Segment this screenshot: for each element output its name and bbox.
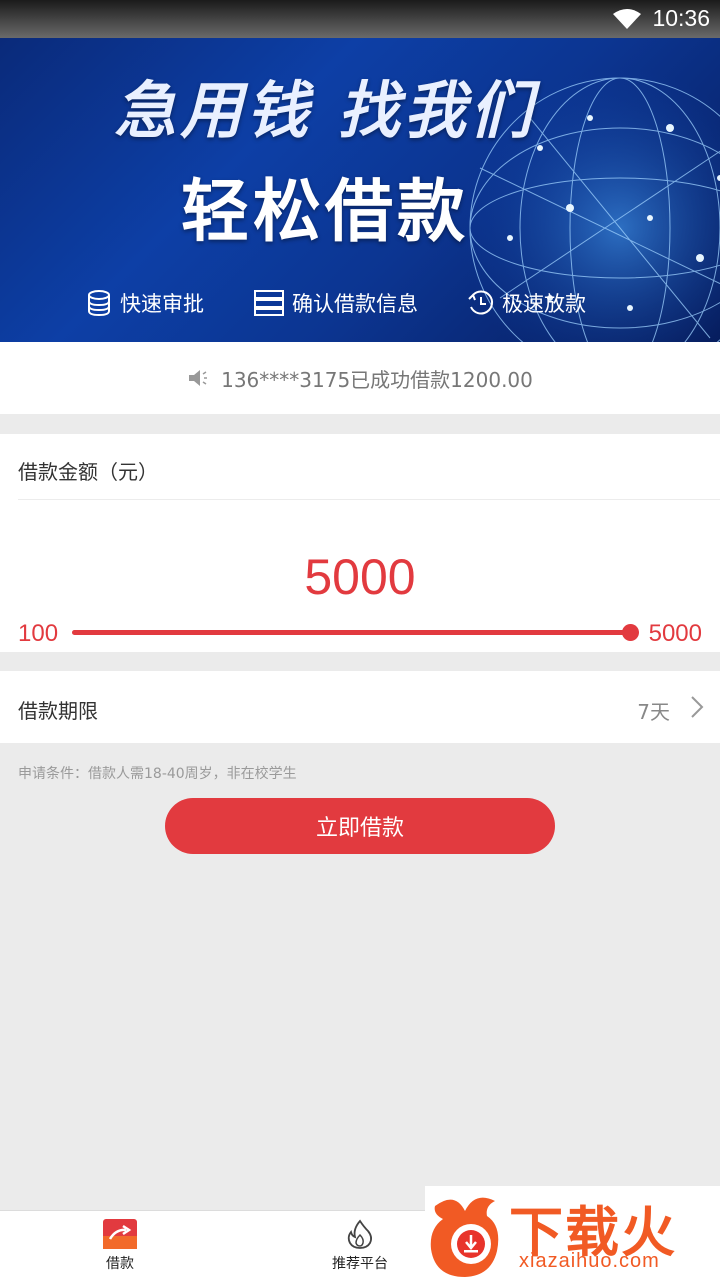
amount-value: 5000 bbox=[304, 549, 416, 605]
divider bbox=[18, 499, 720, 500]
status-time: 10:36 bbox=[652, 5, 710, 31]
feature-confirm-info: 确认借款信息 bbox=[254, 288, 418, 318]
tab-label: 借款 bbox=[106, 1256, 134, 1272]
banner-subheadline: 轻松借款 bbox=[180, 173, 469, 252]
loan-notice-ticker: 136****3175已成功借款1200.00 bbox=[0, 342, 720, 414]
tab-recommended-platforms[interactable]: 推荐平台 bbox=[300, 1211, 420, 1280]
feature-label: 极速放款 bbox=[502, 292, 586, 316]
tab-label: 推荐平台 bbox=[332, 1256, 388, 1272]
flame-icon bbox=[347, 1219, 373, 1249]
notice-text: 136****3175已成功借款1200.00 bbox=[221, 367, 533, 392]
coins-icon bbox=[88, 290, 110, 317]
promo-banner[interactable]: 急用钱 找我们 轻松借款 快速审批 确认借款信息 极速放款 bbox=[0, 38, 720, 342]
wifi-icon bbox=[613, 9, 641, 29]
loan-icon bbox=[103, 1219, 137, 1249]
feature-fast-payout: 极速放款 bbox=[468, 288, 586, 318]
watermark-subtitle: xiazaihuo.com bbox=[519, 1250, 660, 1272]
server-icon bbox=[254, 290, 284, 316]
slider-fill bbox=[72, 630, 630, 635]
banner-headline: 急用钱 找我们 bbox=[114, 74, 536, 147]
apply-loan-button[interactable]: 立即借款 bbox=[165, 798, 555, 854]
slider-min-label: 100 bbox=[18, 620, 59, 647]
loan-term-row[interactable]: 借款期限 7天 bbox=[0, 671, 720, 743]
watermark-logo: 下载火 xiazaihuo.com bbox=[425, 1186, 720, 1280]
feature-fast-approval: 快速审批 bbox=[86, 288, 204, 318]
speaker-icon bbox=[189, 370, 208, 386]
term-value: 7天 bbox=[637, 700, 670, 724]
loan-amount-card: 借款金额（元） 5000 100 5000 bbox=[0, 434, 720, 652]
amount-slider[interactable] bbox=[72, 624, 639, 641]
amount-title: 借款金额（元） bbox=[18, 460, 158, 484]
status-bar: 10:36 bbox=[0, 0, 720, 38]
application-conditions: 申请条件：借款人需18-40周岁，非在校学生 bbox=[18, 766, 297, 782]
chevron-right-icon bbox=[691, 696, 704, 718]
flame-logo-icon bbox=[430, 1197, 499, 1277]
clock-icon bbox=[468, 290, 494, 315]
slider-thumb[interactable] bbox=[622, 624, 639, 641]
feature-label: 确认借款信息 bbox=[292, 292, 418, 316]
feature-label: 快速审批 bbox=[120, 292, 204, 316]
term-label: 借款期限 bbox=[18, 699, 98, 723]
tab-loan[interactable]: 借款 bbox=[60, 1211, 180, 1280]
slider-max-label: 5000 bbox=[648, 620, 702, 647]
